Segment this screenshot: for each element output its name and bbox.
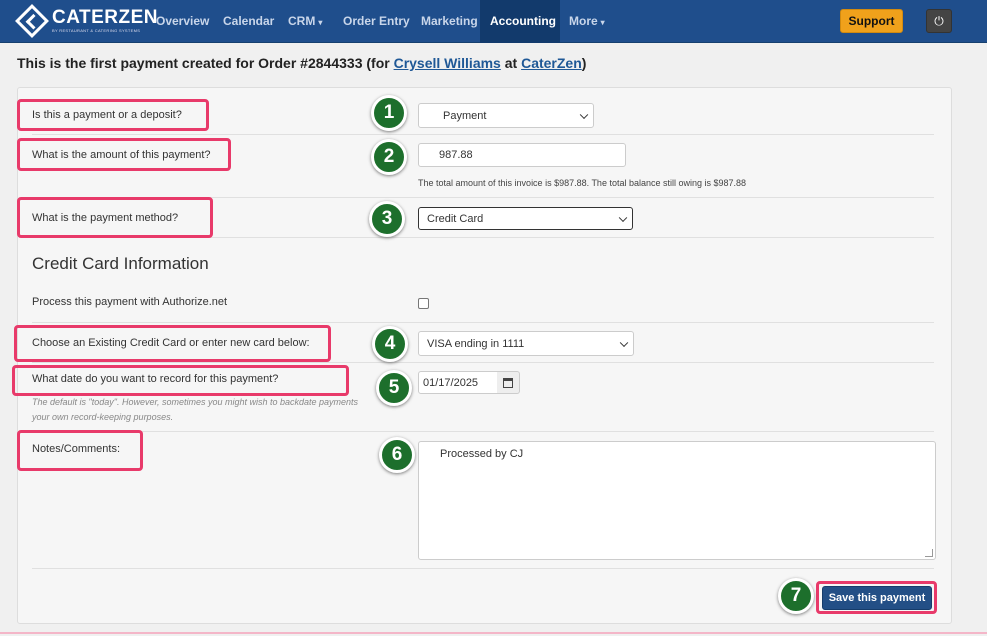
divider <box>32 568 934 569</box>
authorize-checkbox[interactable] <box>418 298 429 309</box>
divider <box>32 322 934 323</box>
save-payment-button[interactable]: Save this payment <box>822 586 932 610</box>
credit-card-select[interactable]: VISA ending in 1111 <box>418 331 634 356</box>
notes-label: Notes/Comments: <box>32 443 121 455</box>
step-badge-7: 7 <box>778 578 814 614</box>
customer-link[interactable]: Crysell Williams <box>394 55 501 71</box>
calendar-button[interactable] <box>497 371 520 394</box>
caterzen-logo-icon <box>15 4 49 38</box>
chevron-down-icon <box>618 213 628 222</box>
caterzen-logo[interactable]: CATERZEN BY RESTAURANT & CATERING SYSTEM… <box>15 4 159 38</box>
nav-accounting[interactable]: Accounting <box>480 0 560 43</box>
chevron-down-icon: ▾ <box>600 18 605 27</box>
nav-more[interactable]: More ▾ <box>559 0 615 43</box>
step-badge-5: 5 <box>376 370 412 406</box>
divider <box>32 134 934 135</box>
credit-card-section-title: Credit Card Information <box>32 254 209 273</box>
amount-input[interactable]: 987.88 <box>418 143 626 167</box>
top-navbar: CATERZEN BY RESTAURANT & CATERING SYSTEM… <box>0 0 987 43</box>
date-hint-line2: your own record-keeping purposes. <box>32 412 174 422</box>
payment-method-select[interactable]: Credit Card <box>418 207 633 230</box>
company-link[interactable]: CaterZen <box>521 55 582 71</box>
nav-calendar[interactable]: Calendar <box>213 0 284 43</box>
payment-type-label: Is this a payment or a deposit? <box>32 109 182 121</box>
nav-order-entry[interactable]: Order Entry <box>333 0 420 43</box>
step-badge-2: 2 <box>371 139 407 175</box>
step-badge-4: 4 <box>372 326 408 362</box>
power-icon[interactable]: ⏻ <box>926 9 952 33</box>
resize-handle[interactable] <box>925 549 933 557</box>
support-button[interactable]: Support <box>840 9 903 33</box>
amount-hint: The total amount of this invoice is $987… <box>418 178 747 188</box>
divider <box>32 431 934 432</box>
divider <box>32 362 934 363</box>
chevron-down-icon: ▾ <box>318 18 323 27</box>
nav-overview[interactable]: Overview <box>146 0 219 43</box>
step-badge-3: 3 <box>369 201 405 237</box>
nav-marketing[interactable]: Marketing <box>411 0 488 43</box>
amount-label: What is the amount of this payment? <box>32 149 211 161</box>
step-badge-6: 6 <box>379 437 415 473</box>
payment-date-label: What date do you want to record for this… <box>32 373 279 385</box>
brand-subtitle: BY RESTAURANT & CATERING SYSTEMS <box>52 28 141 33</box>
page-title: This is the first payment created for Or… <box>17 55 587 71</box>
payment-type-select[interactable]: Payment <box>418 103 594 128</box>
bottom-border <box>0 632 987 634</box>
payment-method-label: What is the payment method? <box>32 212 179 224</box>
payment-date-input[interactable]: 01/17/2025 <box>418 371 498 394</box>
chevron-down-icon <box>579 110 589 119</box>
credit-card-label: Choose an Existing Credit Card or enter … <box>32 337 310 349</box>
chevron-down-icon <box>619 338 629 347</box>
step-badge-1: 1 <box>371 95 407 131</box>
notes-textarea[interactable]: Processed by CJ <box>418 441 936 560</box>
date-hint-line1: The default is "today". However, sometim… <box>32 397 359 407</box>
calendar-icon <box>503 378 513 388</box>
authorize-label: Process this payment with Authorize.net <box>32 296 228 308</box>
brand-name: CATERZEN <box>52 7 159 28</box>
nav-crm[interactable]: CRM ▾ <box>278 0 332 43</box>
